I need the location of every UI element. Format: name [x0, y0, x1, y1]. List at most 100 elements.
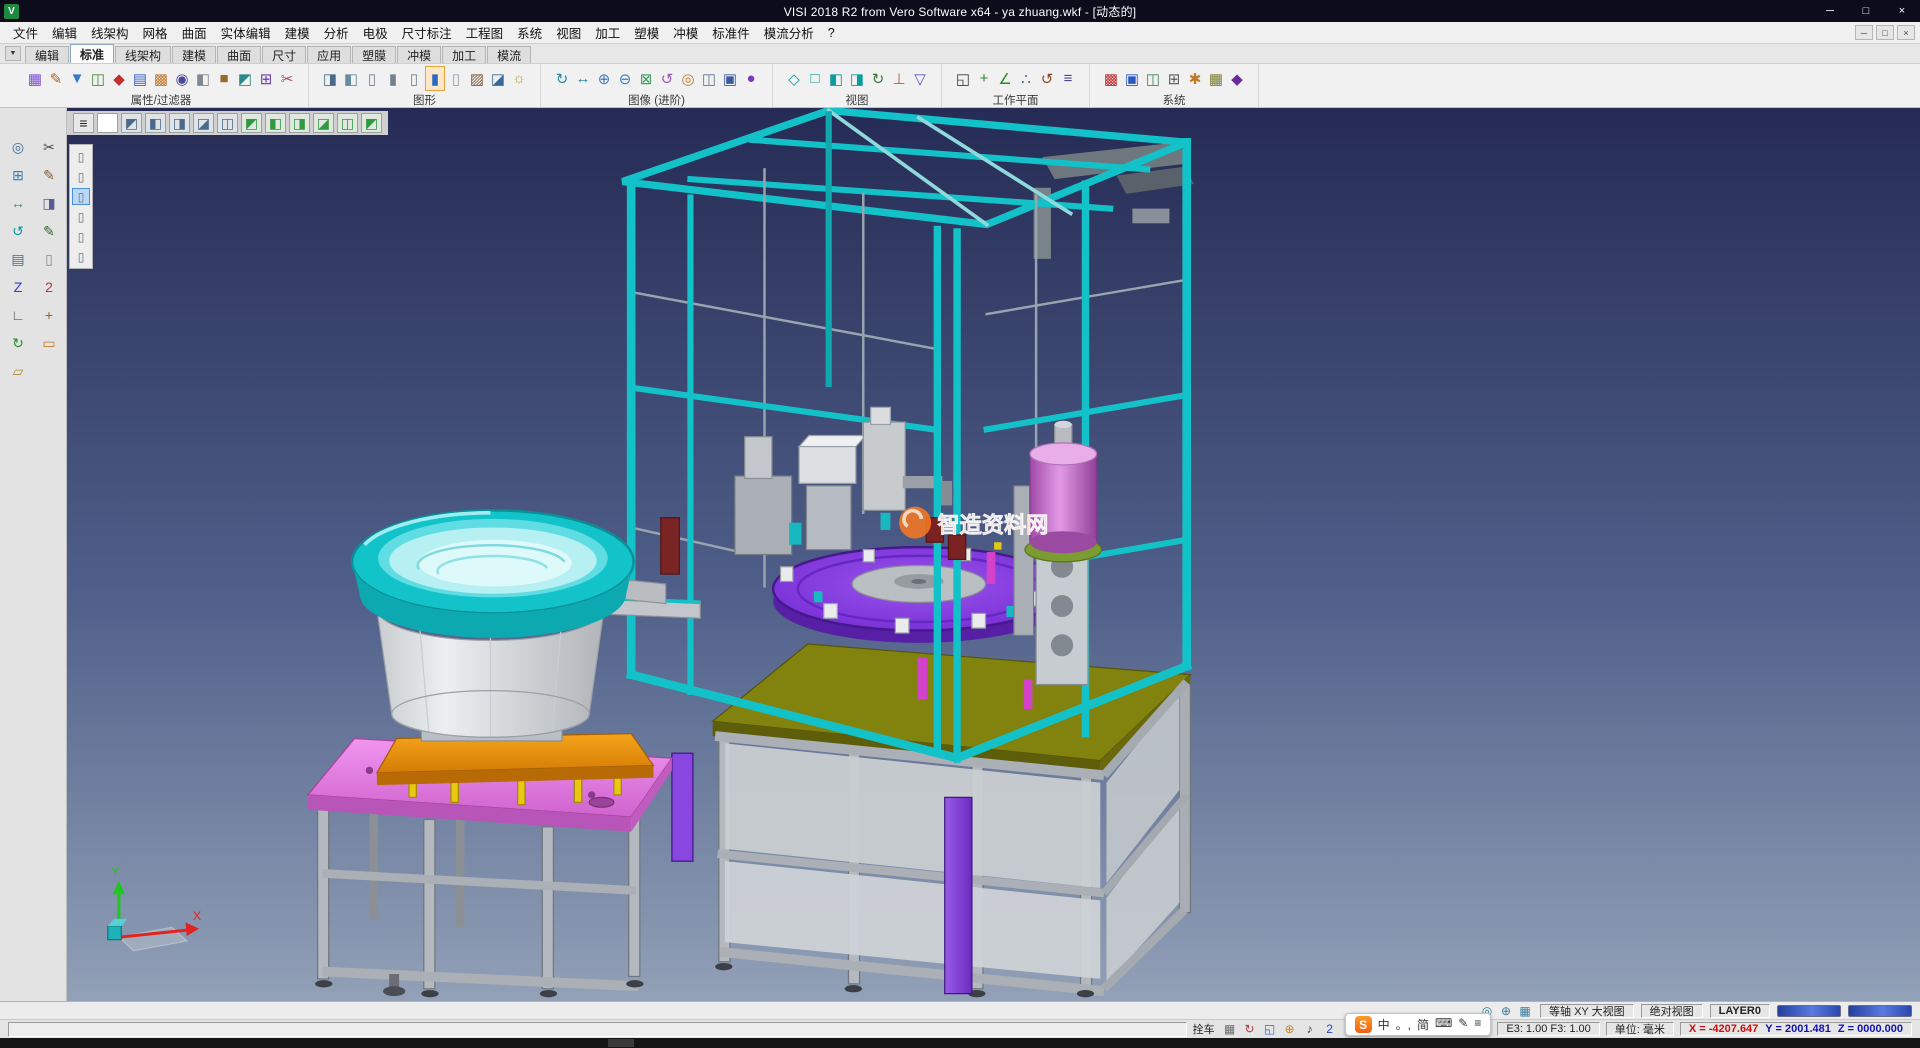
shaded-cube-back-icon[interactable]: ◫ — [337, 113, 358, 133]
view-list-icon[interactable]: ≡ — [73, 113, 94, 133]
menu-flow-analysis[interactable]: 模流分析 — [757, 22, 821, 43]
zoom-in-icon[interactable]: ⊕ — [594, 66, 614, 91]
menu-view[interactable]: 视图 — [549, 22, 588, 43]
element-info-icon[interactable]: ◩ — [235, 66, 255, 91]
audio-status-icon[interactable]: ♪ — [1301, 1022, 1319, 1036]
dynamic-pan-icon[interactable]: ↔ — [573, 66, 593, 91]
rotate-view-icon[interactable]: ↻ — [868, 66, 888, 91]
blank-view-icon[interactable] — [97, 113, 118, 133]
cube-iso-icon[interactable]: ◩ — [121, 113, 142, 133]
palette-filter-5-icon[interactable]: ▯ — [72, 228, 90, 245]
taskbar-item[interactable] — [608, 1039, 634, 1047]
tab-wireframe[interactable]: 线架构 — [115, 46, 171, 63]
menu-system[interactable]: 系统 — [510, 22, 549, 43]
render-mode-icon[interactable]: ◨ — [320, 66, 340, 91]
mdi-close-button[interactable]: × — [1897, 25, 1915, 40]
snap-grid-icon[interactable]: ⊞ — [6, 164, 30, 186]
edit-point-icon[interactable]: ✎ — [37, 164, 61, 186]
document-icon[interactable]: ▯ — [37, 248, 61, 270]
menu-die[interactable]: 冲模 — [666, 22, 705, 43]
calculator-icon[interactable]: ⊞ — [1164, 66, 1184, 91]
workplane-list-icon[interactable]: ≡ — [1058, 66, 1078, 91]
tab-application[interactable]: 应用 — [307, 46, 351, 63]
workplane-3pt-icon[interactable]: ∴ — [1016, 66, 1036, 91]
minimize-button[interactable]: ─ — [1812, 0, 1848, 22]
advanced-render-icon[interactable]: ● — [741, 66, 761, 91]
zoom-select-icon[interactable]: ◎ — [6, 136, 30, 158]
workplane-origin-icon[interactable]: + — [974, 66, 994, 91]
tab-overflow-button[interactable]: ▼ — [5, 46, 21, 61]
palette-filter-3-icon[interactable]: ▯ — [72, 188, 90, 205]
tab-modeling[interactable]: 建模 — [172, 46, 216, 63]
element-properties-icon[interactable]: ▦ — [25, 66, 45, 91]
texture-icon[interactable]: ▨ — [467, 66, 487, 91]
iso-view-icon[interactable]: ◇ — [784, 66, 804, 91]
shaded-cube-front-icon[interactable]: ◨ — [289, 113, 310, 133]
z-level-icon[interactable]: Z — [6, 276, 30, 298]
workplane-angle-icon[interactable]: ∠ — [995, 66, 1015, 91]
palette-filter-6-icon[interactable]: ▯ — [72, 248, 90, 265]
move-icon[interactable]: ↔ — [6, 192, 30, 214]
zoom-out-icon[interactable]: ⊖ — [615, 66, 635, 91]
color-system-icon[interactable]: ▩ — [1101, 66, 1121, 91]
menu-machining[interactable]: 加工 — [588, 22, 627, 43]
dynamic-slider-2[interactable] — [1848, 1005, 1912, 1017]
status-zoom-icon[interactable]: ⊕ — [1498, 1004, 1514, 1018]
numeric-2-icon[interactable]: 2 — [37, 276, 61, 298]
palette-filter-4-icon[interactable]: ▯ — [72, 208, 90, 225]
mdi-restore-button[interactable]: □ — [1876, 25, 1894, 40]
menu-standard-parts[interactable]: 标准件 — [705, 22, 757, 43]
tab-flow[interactable]: 模流 — [487, 46, 531, 63]
background-icon[interactable]: ◪ — [488, 66, 508, 91]
redraw-status-icon[interactable]: ↻ — [1241, 1022, 1259, 1036]
corner-icon[interactable]: ∟ — [6, 304, 30, 326]
tab-mold[interactable]: 塑膜 — [352, 46, 396, 63]
render-settings-icon[interactable]: ◆ — [1227, 66, 1247, 91]
dynamic-rotate-icon[interactable]: ↻ — [552, 66, 572, 91]
layer-stack-icon[interactable]: ▤ — [6, 248, 30, 270]
filter-icon[interactable]: ▼ — [67, 66, 87, 91]
measure-icon[interactable]: ⊞ — [256, 66, 276, 91]
color-palette-icon[interactable]: ▩ — [151, 66, 171, 91]
ime-mode-chinese[interactable]: 中 — [1378, 1016, 1390, 1033]
ime-simplified[interactable]: 简 — [1417, 1016, 1429, 1033]
command-input-field[interactable] — [8, 1022, 1187, 1037]
save-status-icon[interactable]: ▦ — [1221, 1022, 1239, 1036]
shaded-cube-top-icon[interactable]: ◧ — [265, 113, 286, 133]
named-views-icon[interactable]: ▽ — [910, 66, 930, 91]
coordinate-mode-label[interactable]: 绝对视图 — [1641, 1004, 1703, 1018]
wireframe-cylinder-icon[interactable]: ▯ — [362, 66, 382, 91]
zoom-extents-icon[interactable]: ⊠ — [636, 66, 656, 91]
tab-surface[interactable]: 曲面 — [217, 46, 261, 63]
menu-edit[interactable]: 编辑 — [45, 22, 84, 43]
clip-plane-icon[interactable]: ◫ — [699, 66, 719, 91]
ime-keyboard-icon[interactable]: ⌨ — [1435, 1016, 1452, 1033]
crosshair-icon[interactable]: + — [37, 304, 61, 326]
current-view-label[interactable]: 等轴 XY 大视图 — [1540, 1004, 1634, 1018]
right-view-icon[interactable]: ◨ — [847, 66, 867, 91]
tab-dimension[interactable]: 尺寸 — [262, 46, 306, 63]
snap-status-icon[interactable]: ⊕ — [1281, 1022, 1299, 1036]
layer-manager-icon[interactable]: ▤ — [130, 66, 150, 91]
viewport-3d[interactable]: 智造资料网 Y X ≡ ◩◧◨◪◫◩◧◨◪◫◩ ▯▯▯▯▯▯ — [67, 108, 1920, 1001]
screen-config-icon[interactable]: ▣ — [1122, 66, 1142, 91]
tab-die[interactable]: 冲模 — [397, 46, 441, 63]
tab-machining[interactable]: 加工 — [442, 46, 486, 63]
count-status[interactable]: 2 — [1321, 1022, 1339, 1036]
mask-half-icon[interactable]: ◨ — [37, 192, 61, 214]
ime-menu-icon[interactable]: ≡ — [1474, 1016, 1481, 1033]
ime-punctuation[interactable]: 。, — [1396, 1016, 1411, 1033]
tab-edit[interactable]: 编辑 — [25, 46, 69, 63]
lock-elements-icon[interactable]: ■ — [214, 66, 234, 91]
rotate-element-icon[interactable]: ↺ — [6, 220, 30, 242]
shaded-cube-iso-icon[interactable]: ◩ — [241, 113, 262, 133]
grid-settings-icon[interactable]: ▦ — [1206, 66, 1226, 91]
visibility-icon[interactable]: ◉ — [172, 66, 192, 91]
attribute-brush-icon[interactable]: ✎ — [46, 66, 66, 91]
magnet-snap-icon[interactable]: ◆ — [109, 66, 129, 91]
ruler-icon[interactable]: ▭ — [37, 332, 61, 354]
menu-mold[interactable]: 塑模 — [627, 22, 666, 43]
workplane-icon[interactable]: ◱ — [953, 66, 973, 91]
menu-help[interactable]: ? — [821, 22, 842, 43]
menu-surface[interactable]: 曲面 — [175, 22, 214, 43]
